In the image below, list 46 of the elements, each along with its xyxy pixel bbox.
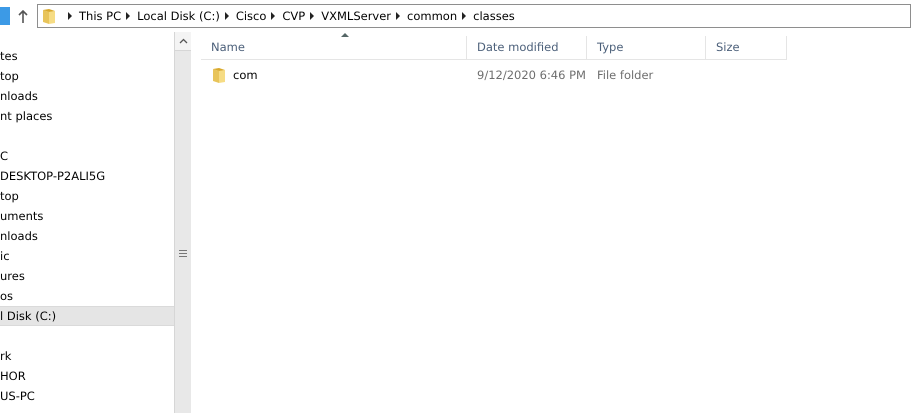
nav-item[interactable]: top — [0, 186, 174, 206]
chevron-icon — [462, 12, 466, 20]
column-header[interactable]: Name — [201, 36, 467, 59]
breadcrumb[interactable]: VXMLServer — [321, 9, 392, 23]
nav-item[interactable]: nloads — [0, 226, 174, 246]
chevron-icon — [310, 12, 314, 20]
table-cell-text: File folder — [596, 68, 654, 82]
folder-icon — [41, 8, 57, 24]
scroll-up-button[interactable] — [175, 32, 191, 51]
nav-item[interactable]: nt places — [0, 106, 174, 126]
chevron-icon — [126, 12, 130, 20]
breadcrumb[interactable]: Local Disk (C:) — [137, 9, 220, 23]
up-arrow-icon[interactable] — [18, 10, 28, 22]
nav-item[interactable]: DESKTOP-P2ALI5G — [0, 166, 174, 186]
scrollbar[interactable] — [174, 32, 191, 413]
nav-item[interactable]: nloads — [0, 86, 174, 106]
nav-item[interactable]: US-PC — [0, 386, 174, 406]
chevron-icon — [68, 12, 72, 20]
nav-item[interactable]: C — [0, 146, 174, 166]
caret-icon — [178, 38, 188, 44]
chevron-icon — [396, 12, 400, 20]
nav-item[interactable]: uments — [0, 206, 174, 226]
column-header[interactable]: Type — [587, 36, 706, 59]
nav-item[interactable]: l Disk (C:) — [0, 306, 174, 326]
breadcrumb[interactable]: classes — [473, 9, 515, 23]
nav-item[interactable]: ic — [0, 246, 174, 266]
file-name[interactable]: com — [233, 68, 258, 82]
nav-item[interactable]: ures — [0, 266, 174, 286]
nav-item[interactable]: tes — [0, 46, 174, 66]
nav-item[interactable]: os — [0, 286, 174, 306]
column-header[interactable]: Date modified — [467, 36, 587, 59]
breadcrumb[interactable]: common — [407, 9, 458, 23]
address-bar[interactable]: This PC Local Disk (C:) Cisco CVP VXMLServer common classes — [37, 4, 911, 28]
breadcrumb[interactable]: This PC — [79, 9, 122, 23]
chevron-icon — [271, 12, 276, 20]
sort-arrow-icon — [341, 33, 349, 37]
breadcrumb[interactable]: Cisco — [236, 9, 266, 23]
folder-icon — [211, 67, 227, 83]
table-cell-text: 9/12/2020 6:46 PM — [476, 68, 587, 82]
nav-item[interactable]: HOR — [0, 366, 174, 386]
nav-item[interactable]: rk — [0, 346, 174, 366]
chevron-icon — [224, 12, 229, 20]
breadcrumb[interactable]: CVP — [282, 9, 306, 23]
scroll-grip-icon — [179, 250, 187, 257]
nav-item[interactable]: top — [0, 66, 174, 86]
column-header[interactable]: Size — [706, 36, 787, 59]
